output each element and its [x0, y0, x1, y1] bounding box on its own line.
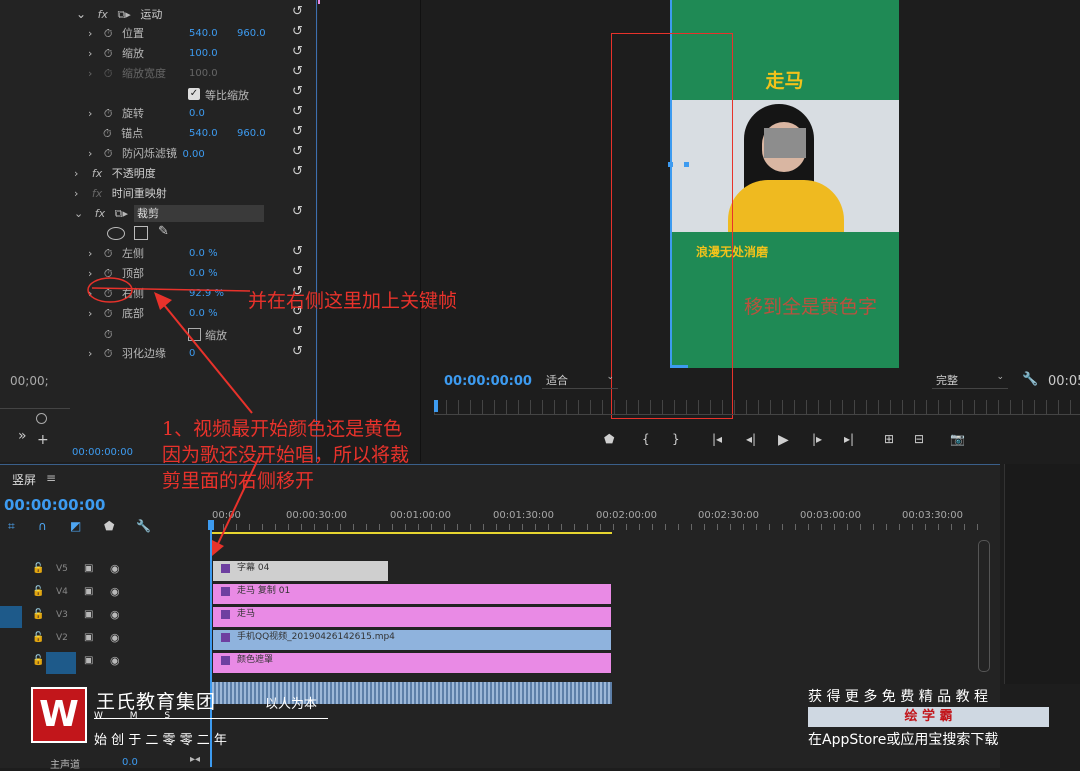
promo-brand: 绘 学 霸 [904, 709, 953, 724]
annotation-arrow-shaft [159, 299, 253, 414]
promo-line: 获 得 更 多 免 费 精 品 教 程 [808, 689, 989, 705]
company-name: 王氏教育集团 [96, 691, 217, 713]
company-letters: W M S [94, 711, 183, 721]
annotation-note-line: 1、视频最开始颜色还是黄色 [162, 418, 403, 440]
annotation-right-keyframe: 并在右侧这里加上关键帧 [248, 290, 458, 312]
annotation-note-line: 因为歌还没开始唱，所以将裁 [162, 444, 410, 466]
annotation-underline [91, 287, 251, 292]
company-since: 始 创 于 二 零 零 二 年 [94, 733, 227, 748]
company-divider [94, 718, 328, 719]
annotation-arrow-head [154, 292, 172, 310]
promo-line: 在AppStore或应用宝搜索下载 [808, 732, 999, 748]
company-logo: W [31, 687, 87, 743]
company-slogan: 以人为本 [265, 697, 318, 712]
annotation-arrows [87, 277, 261, 556]
annotation-note: 1、视频最开始颜色还是黄色 因为歌还没开始唱，所以将裁 剪里面的右侧移开 [162, 416, 409, 494]
promo-brand-bar: 绘 学 霸 [808, 707, 1049, 727]
annotation-note-line: 剪里面的右侧移开 [162, 470, 315, 492]
annotation-circle [87, 277, 133, 303]
annotation-move-yellow: 移到全是黄色字 [744, 296, 878, 318]
